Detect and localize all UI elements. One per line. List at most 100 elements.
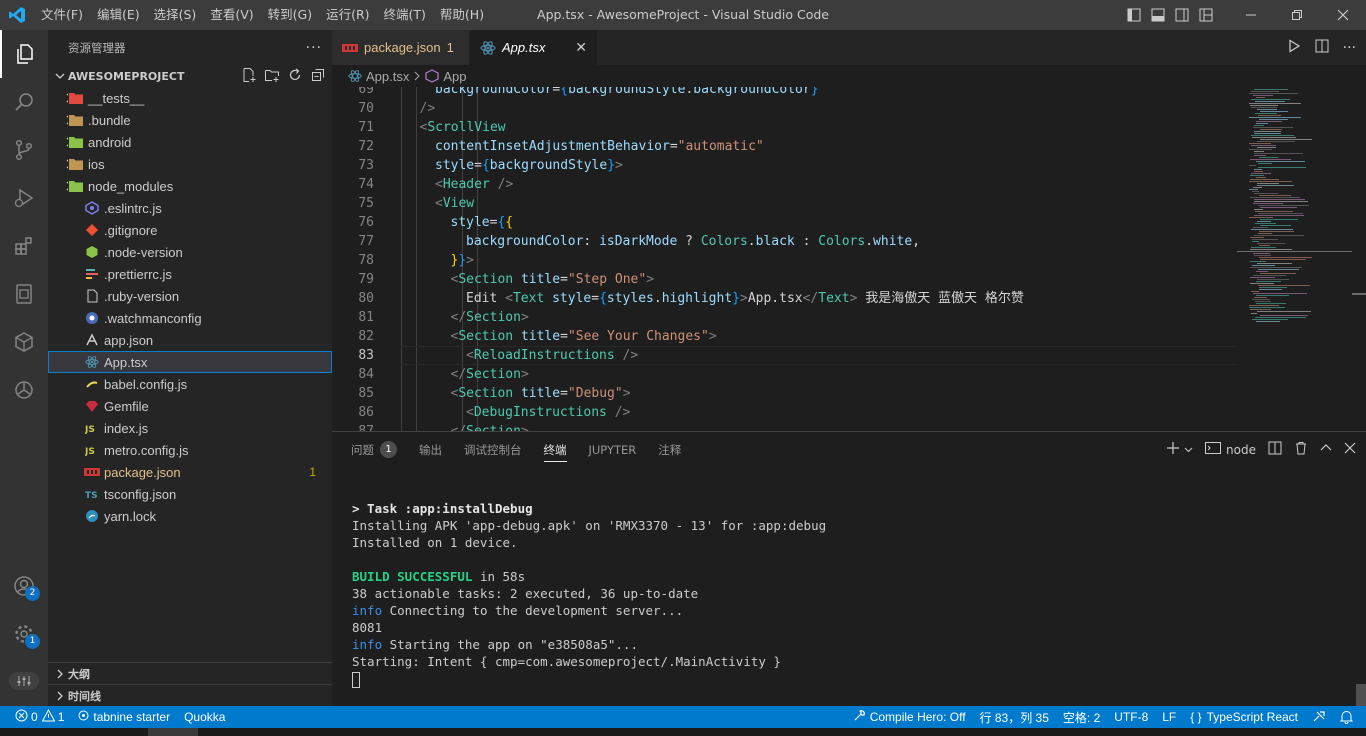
menu-item[interactable]: 运行(R)	[319, 0, 376, 30]
file-item-metro-config-js[interactable]: JS metro.config.js	[48, 439, 332, 461]
settings-gear-icon[interactable]: 1	[0, 610, 48, 658]
new-file-icon[interactable]	[241, 67, 257, 86]
minimize-button[interactable]	[1228, 0, 1274, 30]
menu-item[interactable]: 帮助(H)	[433, 0, 491, 30]
extensions-icon[interactable]	[0, 222, 48, 270]
account-icon[interactable]: 2	[0, 562, 48, 610]
toggle-secondary-sidebar-icon[interactable]	[1170, 0, 1194, 30]
file-item-gemfile[interactable]: Gemfile	[48, 395, 332, 417]
panel-tab[interactable]: 输出	[408, 432, 453, 467]
folder-item-ios[interactable]: ios	[48, 153, 332, 175]
panel-tab[interactable]: 调试控制台	[453, 432, 533, 467]
encoding-status[interactable]: UTF-8	[1107, 706, 1155, 728]
code-editor[interactable]: 69 backgroundColor={backgroundStyle.backg…	[332, 87, 1366, 431]
menu-item[interactable]: 选择(S)	[147, 0, 204, 30]
file-item-prettierrc-js[interactable]: .prettierrc.js	[48, 263, 332, 285]
eol-status[interactable]: LF	[1155, 706, 1183, 728]
file-item-gitignore[interactable]: .gitignore	[48, 219, 332, 241]
file-item-watchmanconfig[interactable]: .watchmanconfig	[48, 307, 332, 329]
layout-options-icon[interactable]	[1194, 0, 1218, 30]
customize-layout-icon[interactable]	[1122, 0, 1146, 30]
panel-tab[interactable]: 问题 1	[340, 432, 408, 467]
close-window-button[interactable]	[1320, 0, 1366, 30]
chevron-down-icon[interactable]	[1184, 443, 1193, 457]
indentation-status[interactable]: 空格: 2	[1056, 706, 1107, 728]
source-control-icon[interactable]	[0, 126, 48, 174]
run-code-icon[interactable]	[1287, 38, 1301, 57]
terminal-scrollbar[interactable]	[1356, 684, 1366, 706]
folder-item-node-modules[interactable]: node_modules	[48, 175, 332, 197]
minimap[interactable]	[1237, 87, 1352, 431]
breadcrumb-symbol[interactable]: App	[443, 69, 466, 84]
scrollbar-marker[interactable]	[1352, 293, 1366, 295]
file-item-index-js[interactable]: JS index.js	[48, 417, 332, 439]
vscode-logo-icon[interactable]	[0, 0, 34, 30]
trash-icon[interactable]	[1294, 441, 1308, 458]
terminal-text: info	[352, 637, 383, 652]
close-tab-icon[interactable]: ✕	[575, 39, 587, 56]
file-item-app-json[interactable]: app.json	[48, 329, 332, 351]
timeline-section-header[interactable]: 时间线	[48, 684, 332, 706]
explorer-icon[interactable]	[0, 30, 48, 78]
split-terminal-icon[interactable]	[1268, 441, 1282, 458]
gem-icon	[84, 398, 100, 414]
panel-tab[interactable]: JUPYTER	[578, 432, 648, 467]
file-item-babel-config-js[interactable]: babel.config.js	[48, 373, 332, 395]
file-item-yarn-lock[interactable]: yarn.lock	[48, 505, 332, 527]
folder-item-android[interactable]: android	[48, 131, 332, 153]
collapse-all-icon[interactable]	[310, 67, 326, 86]
close-panel-icon[interactable]	[1344, 442, 1356, 457]
quokka-status[interactable]: Quokka	[177, 706, 232, 728]
new-folder-icon[interactable]	[264, 67, 280, 86]
tab-app-tsx[interactable]: App.tsx ✕	[470, 30, 598, 65]
panel-tab[interactable]: 注释	[647, 432, 692, 467]
toggle-panel-icon[interactable]	[1146, 0, 1170, 30]
openai-icon[interactable]	[0, 366, 48, 414]
folder-item-tests[interactable]: __tests__	[48, 87, 332, 109]
cursor-position[interactable]: 行 83，列 35	[973, 706, 1056, 728]
menu-item[interactable]: 查看(V)	[203, 0, 260, 30]
menu-item[interactable]: 文件(F)	[34, 0, 90, 30]
compile-hero-status[interactable]: Compile Hero: Off	[846, 706, 973, 728]
terminal-selector[interactable]: node	[1205, 441, 1256, 458]
file-item-package-json[interactable]: package.json 1	[48, 461, 332, 483]
line-number: 85	[358, 386, 374, 401]
project-section-header[interactable]: AWESOMEPROJECT	[48, 65, 332, 87]
problems-status[interactable]: 0 1	[8, 706, 71, 728]
search-icon[interactable]	[0, 78, 48, 126]
file-item-tsconfig-json[interactable]: TS tsconfig.json	[48, 483, 332, 505]
docker-icon[interactable]	[0, 318, 48, 366]
remote-explorer-icon[interactable]	[0, 270, 48, 318]
new-terminal-icon[interactable]	[1166, 441, 1180, 458]
file-item-node-version[interactable]: .node-version	[48, 241, 332, 263]
terminal-prompt[interactable]	[352, 670, 826, 688]
file-item-eslintrc-js[interactable]: .eslintrc.js	[48, 197, 332, 219]
menu-item[interactable]: 终端(T)	[377, 0, 433, 30]
panel-tab[interactable]: 终端	[533, 432, 578, 467]
split-editor-icon[interactable]	[1315, 39, 1329, 57]
code-line: 86 <DebugInstructions />	[332, 403, 1237, 422]
menu-bar: 文件(F) 编辑(E) 选择(S) 查看(V) 转到(G) 运行(R) 终端(T) 帮助(H)	[34, 0, 491, 30]
refresh-icon[interactable]	[287, 67, 303, 86]
taskbar-active-item[interactable]	[148, 728, 198, 736]
run-debug-icon[interactable]	[0, 174, 48, 222]
file-item-ruby-version[interactable]: .ruby-version	[48, 285, 332, 307]
feedback-icon[interactable]	[1305, 706, 1333, 728]
language-mode[interactable]: { } TypeScript React	[1183, 706, 1305, 728]
terminal-output[interactable]: > Task :app:installDebug Installing APK '…	[352, 500, 826, 688]
more-actions-icon[interactable]: ···	[306, 40, 322, 56]
maximize-panel-icon[interactable]	[1320, 442, 1332, 457]
breadcrumb-file[interactable]: App.tsx	[366, 69, 409, 84]
folder-item-bundle[interactable]: .bundle	[48, 109, 332, 131]
notifications-bell-icon[interactable]	[1333, 706, 1360, 728]
menu-item[interactable]: 编辑(E)	[90, 0, 147, 30]
tab-package-json[interactable]: package.json 1	[332, 30, 470, 65]
menu-item[interactable]: 转到(G)	[261, 0, 319, 30]
tabnine-status[interactable]: tabnine starter	[71, 706, 177, 728]
more-actions-icon[interactable]: ···	[1343, 40, 1356, 56]
restore-button[interactable]	[1274, 0, 1320, 30]
manage-sliders-icon[interactable]	[9, 672, 39, 690]
minimap-line	[1257, 185, 1294, 186]
outline-section-header[interactable]: 大纲	[48, 662, 332, 684]
file-item-app-tsx[interactable]: App.tsx	[48, 351, 332, 373]
